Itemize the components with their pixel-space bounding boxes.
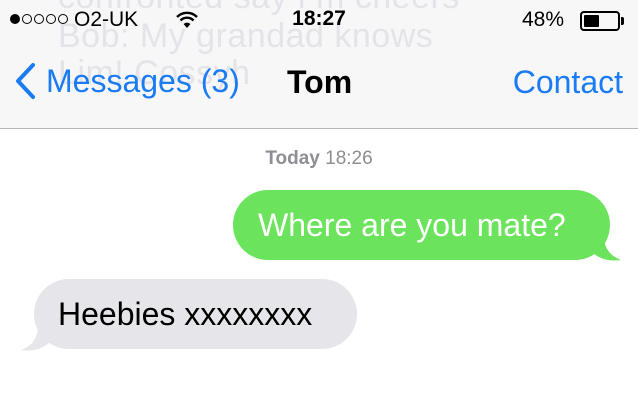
- messages-screen: confronted say i m cheers Bob: My granda…: [0, 0, 638, 400]
- top-bar: confronted say i m cheers Bob: My granda…: [0, 0, 638, 129]
- message-bubble-received[interactable]: Heebies xxxxxxxx: [34, 279, 357, 349]
- battery-level-fill: [584, 15, 599, 27]
- battery-icon: [580, 11, 620, 31]
- message-timestamp: Today 18:26: [0, 148, 638, 170]
- timestamp-time: 18:26: [325, 148, 373, 169]
- battery-percentage: 48%: [522, 8, 565, 31]
- status-bar: O2-UK 18:27 48%: [0, 0, 638, 40]
- back-button[interactable]: Messages (3): [14, 62, 240, 100]
- conversation-title: Tom: [287, 64, 353, 100]
- back-button-label: Messages (3): [46, 62, 240, 99]
- message-bubble-sent[interactable]: Where are you mate?: [233, 190, 610, 260]
- battery-terminal: [621, 17, 624, 25]
- chevron-left-icon: [16, 63, 35, 99]
- timestamp-day: Today: [265, 148, 320, 169]
- contact-button[interactable]: Contact: [513, 64, 623, 101]
